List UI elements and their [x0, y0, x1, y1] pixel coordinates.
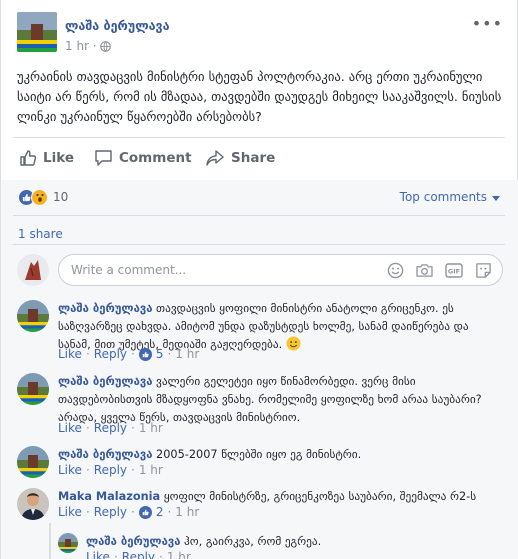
comment-author[interactable]: ლაშა ბერულავა — [58, 302, 152, 315]
comment-author[interactable]: ლაშა ბერულავა — [58, 448, 152, 461]
reply-actions: Like · Reply · 1 hr — [86, 550, 191, 559]
sticker-icon[interactable] — [475, 262, 492, 283]
share-button[interactable]: Share — [205, 143, 275, 173]
meta-separator: · — [92, 39, 101, 53]
replier-avatar[interactable] — [58, 533, 78, 553]
post-header: ლაშა ბერულავა 1 hr · ••• — [17, 12, 503, 56]
comment-body: Maka Malazonia ყოფილ მინისტრზე, გრიცენკო… — [58, 488, 503, 506]
comment-like-count[interactable]: 2 — [156, 505, 164, 519]
post-time[interactable]: 1 hr — [65, 39, 89, 53]
comment-input[interactable]: Write a comment... GIF — [58, 254, 503, 286]
reply-text: ჰო, გაირკვა, რომ ეგრეა. — [184, 535, 322, 548]
comment-time[interactable]: 1 hr — [139, 421, 163, 435]
emoji-icon[interactable] — [387, 262, 404, 283]
globe-icon — [100, 41, 112, 55]
reply-time[interactable]: 1 hr — [167, 550, 191, 559]
comment-time[interactable]: 1 hr — [175, 347, 199, 361]
reply-thread-line — [49, 523, 51, 559]
comment-time[interactable]: 1 hr — [139, 463, 163, 477]
commenter-avatar[interactable] — [17, 446, 49, 478]
reply-reply-button[interactable]: Reply — [122, 550, 155, 559]
comment-icon — [94, 149, 113, 167]
caret-down-icon — [492, 190, 500, 204]
comment-body: ლაშა ბერულავა ვალერი გელეტეი იყო წინამორ… — [58, 373, 503, 427]
reactions-summary[interactable]: 10 — [18, 188, 68, 206]
comment-placeholder: Write a comment... — [71, 263, 187, 277]
like-button[interactable]: Like — [19, 143, 74, 173]
comment-author[interactable]: ლაშა ბერულავა — [58, 375, 152, 388]
post-actions: Like Comment Share — [13, 143, 507, 173]
post-meta: 1 hr · — [65, 39, 112, 55]
divider — [13, 137, 505, 138]
comment-actions: Like · Reply · 1 hr — [58, 421, 163, 435]
comment-like-button[interactable]: Like — [58, 463, 82, 477]
share-icon — [205, 149, 225, 167]
comment-author[interactable]: Maka Malazonia — [58, 490, 160, 503]
reply-author[interactable]: ლაშა ბერულავა — [86, 535, 180, 548]
comment-body: ლაშა ბერულავა 2005-2007 წლებში იყო ეგ მი… — [58, 446, 503, 464]
top-comments-label: Top comments — [399, 190, 487, 204]
comment-text: ყოფილ მინისტრზე, გრიცენკოზეა საუბარი, შე… — [163, 490, 477, 503]
thumbs-up-icon — [19, 149, 37, 167]
commenter-avatar[interactable] — [17, 488, 49, 520]
comment-actions: Like · Reply · 5 · 1 hr — [58, 347, 200, 361]
composer-icons: GIF — [387, 262, 492, 283]
divider — [13, 244, 505, 245]
comment-reply-button[interactable]: Reply — [94, 421, 127, 435]
reaction-count[interactable]: 10 — [53, 190, 68, 204]
comment-reply-button[interactable]: Reply — [94, 347, 127, 361]
comment-reply-button[interactable]: Reply — [94, 463, 127, 477]
comment-like-count[interactable]: 5 — [156, 347, 164, 361]
camera-icon[interactable] — [416, 263, 433, 282]
share-label: Share — [231, 150, 276, 166]
comment-actions: Like · Reply · 1 hr — [58, 463, 163, 477]
post-text: უკრაინის თავდაცვის მინისტრი სტეფან პოლტო… — [17, 69, 502, 124]
comment-actions: Like · Reply · 2 · 1 hr — [58, 505, 200, 519]
author-avatar[interactable] — [17, 12, 57, 52]
smile-emoji-icon — [286, 336, 301, 357]
comment-like-button[interactable]: Like — [58, 505, 82, 519]
top-comments-dropdown[interactable]: Top comments — [400, 190, 500, 204]
like-label: Like — [43, 150, 75, 166]
comment-label: Comment — [119, 150, 192, 166]
comment-reply-button[interactable]: Reply — [94, 505, 127, 519]
comment-composer: Write a comment... GIF — [17, 252, 503, 288]
comment-text: 2005-2007 წლებში იყო ეგ მინისტრი. — [156, 448, 362, 461]
divider — [13, 215, 505, 216]
comment-like-button[interactable]: Like — [58, 347, 82, 361]
viewer-avatar[interactable] — [17, 254, 49, 286]
comment-like-button[interactable]: Like — [58, 421, 82, 435]
commenter-avatar[interactable] — [17, 300, 49, 332]
gif-icon[interactable]: GIF — [445, 263, 463, 282]
more-options-button[interactable]: ••• — [472, 14, 503, 33]
share-count[interactable]: 1 share — [18, 227, 63, 241]
commenter-avatar[interactable] — [17, 373, 49, 405]
comment-button[interactable]: Comment — [94, 143, 192, 173]
post-author[interactable]: ლაშა ბერულავა — [65, 18, 170, 33]
like-count-icon — [138, 505, 152, 519]
svg-text:GIF: GIF — [448, 268, 460, 276]
reply-body: ლაშა ბერულავა ჰო, გაირკვა, რომ ეგრეა. — [86, 533, 496, 551]
comment-time[interactable]: 1 hr — [175, 505, 199, 519]
reply-like-button[interactable]: Like — [86, 550, 110, 559]
wow-reaction-icon — [31, 188, 48, 206]
like-count-icon — [138, 347, 152, 361]
post-card: ლაშა ბერულავა 1 hr · ••• უკრაინის თავდაც… — [0, 0, 518, 559]
